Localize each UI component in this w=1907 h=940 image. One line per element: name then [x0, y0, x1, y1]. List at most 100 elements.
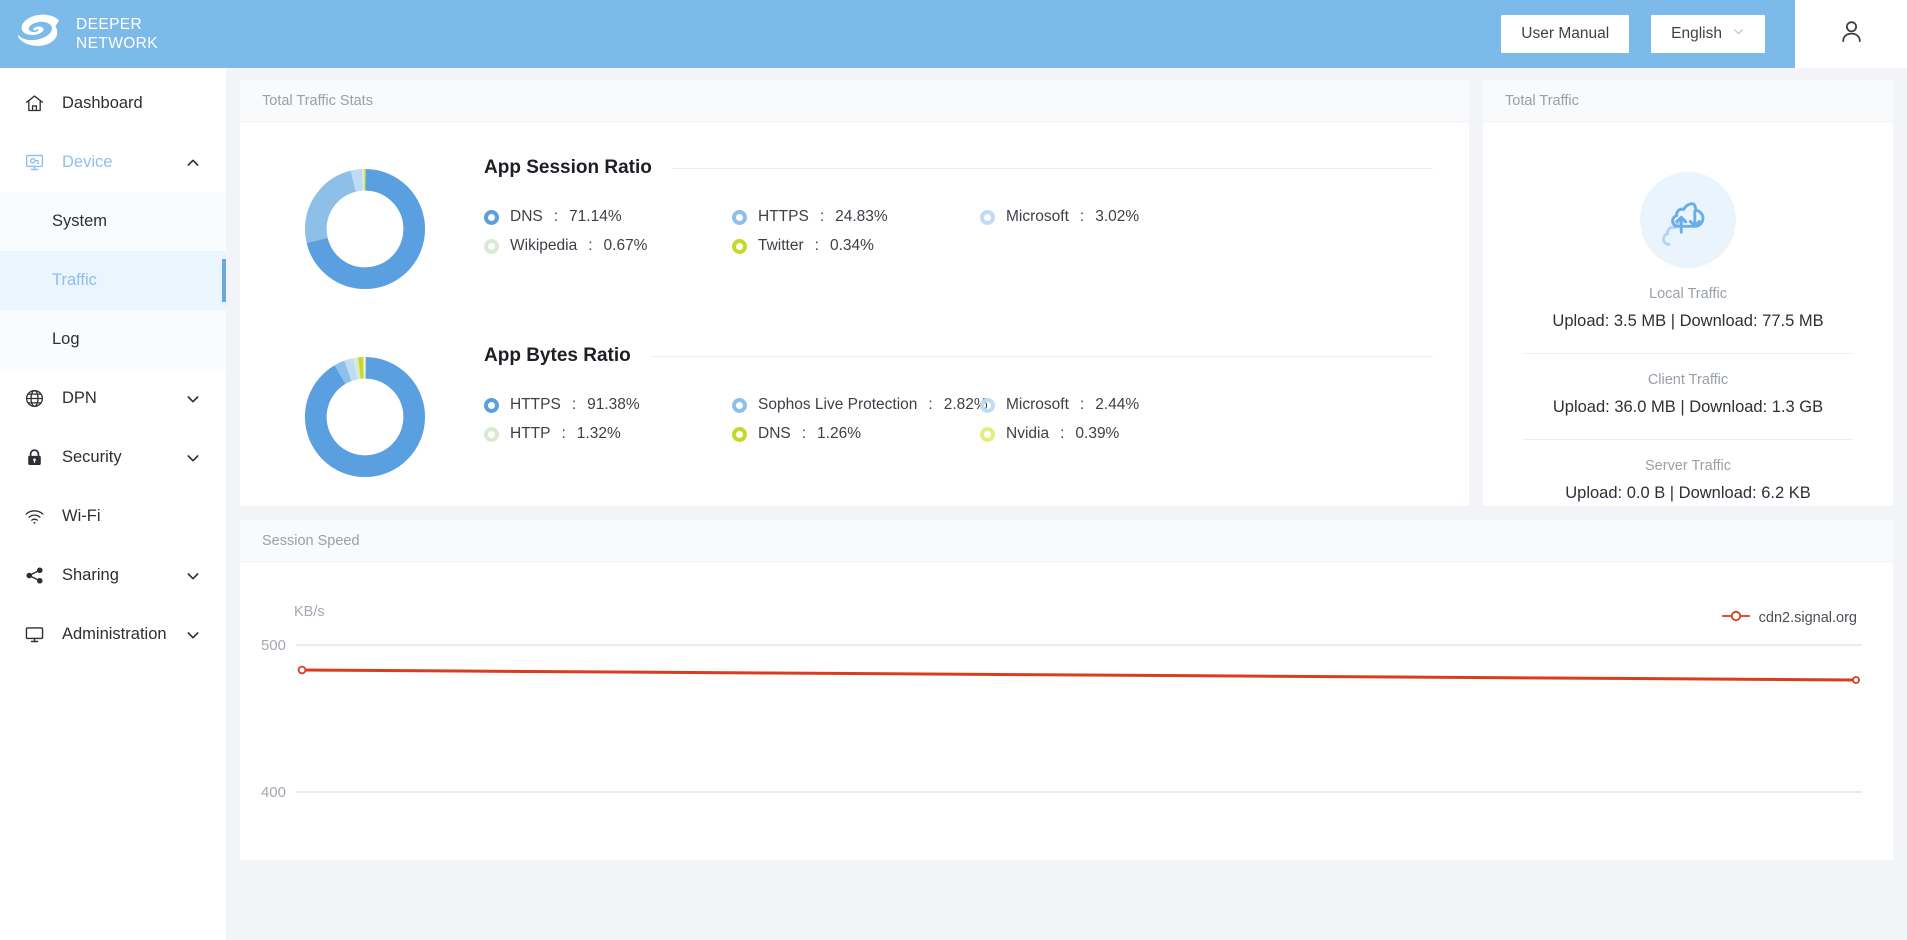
sidebar-item-administration-label: Administration [62, 625, 167, 643]
user-manual-button[interactable]: User Manual [1501, 15, 1630, 53]
legend-value: 0.67% [603, 237, 648, 254]
chevron-down-icon [1732, 25, 1745, 43]
legend-item[interactable]: Sophos Live Protection: 2.82% [732, 396, 988, 414]
client-traffic-value: Upload: 36.0 MB | Download: 1.3 GB [1552, 398, 1824, 416]
session-speed-title: Session Speed [240, 520, 1893, 562]
chevron-down-icon[interactable] [182, 568, 204, 584]
legend-value: 3.02% [1095, 208, 1140, 225]
app-session-ratio-details: App Session Ratio DNS: 71.14% HTTPS: 24… [430, 148, 1469, 255]
y-tick-400: 400 [261, 784, 286, 801]
sidebar-item-log[interactable]: Log [0, 310, 226, 369]
legend-item[interactable]: Microsoft: 3.02% [980, 208, 1433, 226]
legend-item[interactable]: Nvidia: 0.39% [980, 425, 1433, 443]
legend-ring-icon [732, 397, 747, 413]
total-traffic-panel: Total Traffic Local Traffic Upload: 3.5 … [1483, 80, 1893, 506]
legend-ring-icon [732, 426, 747, 442]
legend-item[interactable]: Microsoft: 2.44% [980, 396, 1433, 414]
language-selector[interactable]: English [1651, 15, 1765, 53]
local-traffic-label: Local Traffic [1649, 286, 1727, 302]
sidebar-item-sharing[interactable]: Sharing [0, 546, 226, 605]
wifi-icon [22, 505, 46, 529]
sidebar-item-wifi[interactable]: Wi-Fi [0, 487, 226, 546]
legend-item[interactable]: Twitter: 0.34% [732, 237, 980, 255]
app-bytes-ratio-block: App Bytes Ratio HTTPS: 91.38% Sophos Liv… [240, 326, 1469, 514]
legend-ring-icon [980, 397, 995, 413]
main-content: Total Traffic Stats App Session Ratio DN… [226, 68, 1907, 940]
sidebar-item-security-label: Security [62, 448, 122, 466]
app-bytes-ratio-header: App Bytes Ratio [484, 336, 1433, 376]
sidebar-item-dashboard-label: Dashboard [62, 94, 143, 112]
legend-value: 0.39% [1075, 425, 1120, 442]
legend-ring-icon [484, 397, 499, 413]
legend-item[interactable]: Wikipedia: 0.67% [484, 237, 732, 255]
legend-name: DNS [510, 208, 543, 225]
app-session-ratio-title: App Session Ratio [484, 157, 652, 178]
divider [671, 167, 1433, 169]
series-line-cdn2-signal-org [300, 668, 1858, 682]
app-bytes-ratio-title: App Bytes Ratio [484, 345, 631, 366]
legend-ring-icon [980, 209, 995, 225]
legend-name: Nvidia [1006, 425, 1050, 442]
sidebar-item-administration[interactable]: Administration [0, 605, 226, 664]
top-header: User Manual English [226, 0, 1907, 68]
y-tick-500: 500 [261, 637, 286, 654]
sidebar-item-log-label: Log [52, 330, 80, 348]
session-speed-body: cdn2.signal.org KB/s 500 400 [240, 562, 1893, 860]
session-speed-chart[interactable]: KB/s 500 400 [244, 590, 1894, 860]
legend-ring-icon [484, 426, 499, 442]
divider [1523, 353, 1853, 354]
sidebar-item-device[interactable]: Device [0, 133, 226, 192]
legend-item[interactable]: DNS: 1.26% [732, 425, 980, 443]
sidebar-item-wifi-label: Wi-Fi [62, 507, 101, 525]
legend-value: 91.38% [587, 396, 640, 413]
legend-item[interactable]: HTTP: 1.32% [484, 425, 732, 443]
server-traffic-section: Server Traffic Upload: 0.0 B | Download:… [1509, 458, 1867, 503]
sidebar-item-system-label: System [52, 212, 108, 230]
legend-item[interactable]: DNS: 71.14% [484, 208, 732, 226]
session-speed-panel: Session Speed cdn2.signal.org KB/s 500 4… [240, 520, 1893, 860]
legend-ring-icon [980, 426, 995, 442]
client-traffic-section: Client Traffic Upload: 36.0 MB | Downloa… [1509, 372, 1867, 417]
cloud-upload-download-icon [1640, 172, 1736, 268]
brand-logo[interactable]: DEEPER NETWORK [0, 0, 226, 68]
account-button[interactable] [1795, 0, 1907, 68]
lock-icon [22, 446, 46, 470]
legend-name: HTTPS [758, 208, 809, 225]
sidebar-nav: Dashboard Device System Traffic Log DPN … [0, 68, 226, 664]
chevron-up-icon[interactable] [182, 155, 204, 171]
device-monitor-icon [22, 151, 46, 175]
sidebar-item-dpn[interactable]: DPN [0, 369, 226, 428]
sidebar-item-system[interactable]: System [0, 192, 226, 251]
app-session-ratio-legend: DNS: 71.14% HTTPS: 24.83% Microsoft: 3.… [484, 208, 1433, 255]
sidebar-item-traffic-label: Traffic [52, 271, 97, 289]
sidebar-item-device-label: Device [62, 153, 113, 171]
total-traffic-title: Total Traffic [1483, 80, 1893, 122]
client-traffic-label: Client Traffic [1647, 372, 1729, 388]
legend-ring-icon [732, 238, 747, 254]
chevron-down-icon[interactable] [182, 391, 204, 407]
sidebar-item-traffic[interactable]: Traffic [0, 251, 226, 310]
divider [1523, 439, 1853, 440]
legend-name: Twitter [758, 237, 804, 254]
brand-line-2: NETWORK [76, 35, 159, 52]
application-window: DEEPER NETWORK Dashboard Device System T… [0, 0, 1907, 940]
sidebar-item-dpn-label: DPN [62, 389, 97, 407]
legend-name: DNS [758, 425, 791, 442]
legend-item[interactable]: HTTPS: 91.38% [484, 396, 732, 414]
home-icon [22, 92, 46, 116]
legend-item[interactable]: HTTPS: 24.83% [732, 208, 980, 226]
sidebar-item-security[interactable]: Security [0, 428, 226, 487]
series-point-start [297, 665, 307, 675]
legend-value: 1.26% [817, 425, 861, 442]
globe-icon [22, 387, 46, 411]
sidebar: DEEPER NETWORK Dashboard Device System T… [0, 0, 226, 940]
brand-line-1: DEEPER [76, 16, 143, 33]
legend-value: 0.34% [829, 237, 874, 254]
sidebar-item-dashboard[interactable]: Dashboard [0, 74, 226, 133]
chevron-down-icon[interactable] [183, 627, 204, 643]
legend-name: Sophos Live Protection [758, 396, 918, 413]
chevron-down-icon[interactable] [182, 450, 204, 466]
app-bytes-ratio-legend: HTTPS: 91.38% Sophos Live Protection: 2.… [484, 396, 1433, 443]
server-traffic-label: Server Traffic [1645, 458, 1731, 474]
user-manual-label: User Manual [1521, 25, 1610, 42]
